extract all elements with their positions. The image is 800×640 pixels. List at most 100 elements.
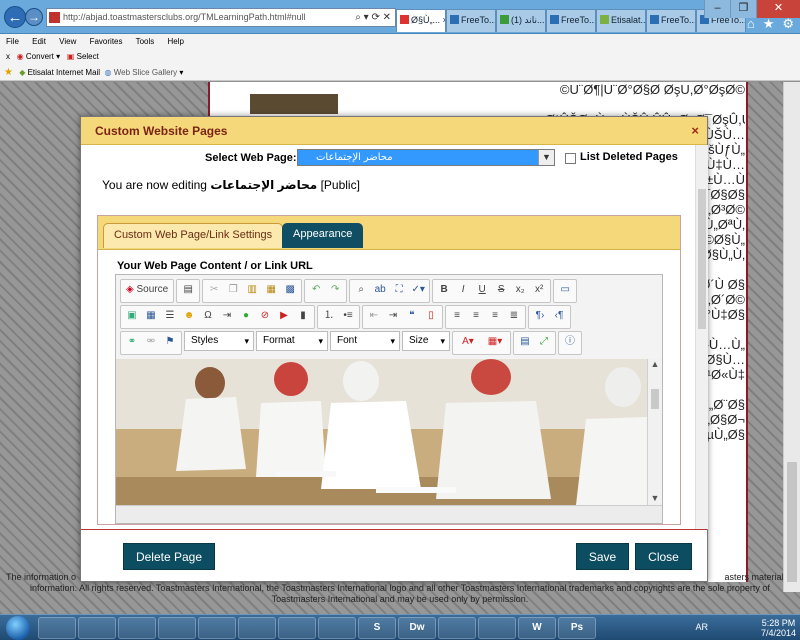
menu-favorites[interactable]: Favorites bbox=[90, 37, 123, 46]
page-scrollbar[interactable] bbox=[783, 82, 800, 592]
browser-tab[interactable]: FreeTo... bbox=[446, 9, 496, 32]
menu-tools[interactable]: Tools bbox=[136, 37, 155, 46]
subscript-icon[interactable]: x₂ bbox=[511, 281, 529, 299]
browser-tab[interactable]: FreeTo... bbox=[546, 9, 596, 32]
back-button[interactable]: ← bbox=[4, 6, 26, 28]
find-icon[interactable]: ⌕ bbox=[352, 281, 370, 299]
taskbar-app-icon[interactable] bbox=[38, 617, 76, 639]
numbered-list-icon[interactable]: ⒈ bbox=[320, 307, 338, 325]
list-deleted-checkbox[interactable] bbox=[565, 153, 576, 164]
menu-view[interactable]: View bbox=[59, 37, 76, 46]
system-clock[interactable]: 5:28 PM 7/4/2014 bbox=[761, 618, 796, 638]
align-justify-icon[interactable]: ≣ bbox=[505, 307, 523, 325]
format-dropdown[interactable]: Format bbox=[256, 331, 328, 351]
menu-edit[interactable]: Edit bbox=[32, 37, 46, 46]
page-break-icon[interactable]: ⇥ bbox=[218, 307, 236, 325]
delete-page-button[interactable]: Delete Page bbox=[123, 543, 215, 570]
browser-tab[interactable]: FreeTo... bbox=[646, 9, 696, 32]
taskbar-app-icon[interactable]: S bbox=[358, 617, 396, 639]
align-center-icon[interactable]: ≡ bbox=[467, 307, 485, 325]
taskbar-app-icon[interactable] bbox=[78, 617, 116, 639]
chevron-down-icon[interactable]: ▼ bbox=[538, 150, 554, 165]
underline-icon[interactable]: U bbox=[473, 281, 491, 299]
browser-tab[interactable]: Ø§Ù„... × bbox=[396, 9, 446, 32]
tab-appearance[interactable]: Appearance bbox=[282, 223, 364, 248]
table-icon[interactable]: ▦ bbox=[142, 307, 160, 325]
ltr-icon[interactable]: ¶› bbox=[531, 307, 549, 325]
taskbar-app-icon[interactable] bbox=[438, 617, 476, 639]
address-tools-icon[interactable]: ⌕ ▾ ⟳ ✕ bbox=[355, 9, 391, 26]
menu-file[interactable]: File bbox=[6, 37, 19, 46]
language-indicator[interactable]: AR bbox=[695, 622, 708, 632]
select-all-icon[interactable]: ⛶ bbox=[390, 281, 408, 299]
size-dropdown[interactable]: Size bbox=[402, 331, 450, 351]
align-left-icon[interactable]: ≡ bbox=[448, 307, 466, 325]
browser-tab[interactable]: Etisalat... bbox=[596, 9, 646, 32]
outdent-icon[interactable]: ⇤ bbox=[365, 307, 383, 325]
home-icon[interactable]: ⌂ bbox=[747, 16, 755, 32]
special-char-icon[interactable]: Ω bbox=[199, 307, 217, 325]
taskbar-app-icon[interactable] bbox=[118, 617, 156, 639]
scroll-up-icon[interactable]: ▲ bbox=[648, 359, 662, 369]
paste-word-icon[interactable]: ▩ bbox=[281, 281, 299, 299]
font-dropdown[interactable]: Font bbox=[330, 331, 400, 351]
taskbar-app-icon[interactable] bbox=[278, 617, 316, 639]
dialog-scrollbar-thumb[interactable] bbox=[698, 189, 706, 329]
dialog-scrollbar[interactable] bbox=[695, 145, 708, 529]
address-bar[interactable]: http://abjad.toastmastersclubs.org/TMLea… bbox=[46, 8, 396, 27]
close-button[interactable]: Close bbox=[635, 543, 692, 570]
favorites-etisalat-link[interactable]: Etisalat Internet Mail bbox=[28, 68, 100, 77]
menu-help[interactable]: Help bbox=[168, 37, 184, 46]
cut-icon[interactable]: ✂ bbox=[205, 281, 223, 299]
strike-icon[interactable]: S bbox=[492, 281, 510, 299]
source-button[interactable]: ◈ Source bbox=[123, 281, 171, 299]
scroll-down-icon[interactable]: ▼ bbox=[648, 493, 662, 503]
remove-format-icon[interactable]: ▭ bbox=[556, 281, 574, 299]
save-button[interactable]: Save bbox=[576, 543, 629, 570]
editor-scrollbar-thumb[interactable] bbox=[651, 389, 659, 409]
taskbar-app-icon[interactable]: Dw bbox=[398, 617, 436, 639]
settings-gear-icon[interactable]: ⚙ bbox=[782, 16, 794, 32]
italic-icon[interactable]: I bbox=[454, 281, 472, 299]
minimize-button[interactable]: – bbox=[704, 0, 730, 18]
save-doc-icon[interactable]: ▤ bbox=[179, 281, 197, 299]
select-button[interactable]: Select bbox=[77, 52, 99, 61]
start-button[interactable] bbox=[6, 616, 30, 640]
taskbar-app-icon[interactable]: W bbox=[518, 617, 556, 639]
div-icon[interactable]: ▯ bbox=[422, 307, 440, 325]
taskbar-app-icon[interactable]: Ps bbox=[558, 617, 596, 639]
video-icon[interactable]: ▮ bbox=[294, 307, 312, 325]
dialog-close-icon[interactable]: × bbox=[691, 123, 699, 138]
maximize-icon[interactable]: ⤢ bbox=[535, 333, 553, 351]
unlink-icon[interactable]: ⚮ bbox=[142, 333, 160, 351]
bold-icon[interactable]: B bbox=[435, 281, 453, 299]
show-blocks-icon[interactable]: ▤ bbox=[516, 333, 534, 351]
bg-color-icon[interactable]: ▦▾ bbox=[482, 333, 508, 351]
taskbar-app-icon[interactable] bbox=[158, 617, 196, 639]
blockquote-icon[interactable]: ❝ bbox=[403, 307, 421, 325]
about-icon[interactable]: ⓘ bbox=[561, 333, 579, 351]
favorites-star-icon[interactable]: ★ bbox=[4, 67, 13, 78]
text-color-icon[interactable]: A▾ bbox=[455, 333, 481, 351]
favorites-web-slice-link[interactable]: Web Slice Gallery bbox=[114, 68, 177, 77]
command-close[interactable]: x bbox=[6, 52, 10, 61]
superscript-icon[interactable]: x² bbox=[530, 281, 548, 299]
paste-icon[interactable]: ▥ bbox=[243, 281, 261, 299]
taskbar-app-icon[interactable] bbox=[318, 617, 356, 639]
page-scrollbar-thumb[interactable] bbox=[787, 462, 797, 582]
copy-icon[interactable]: ❐ bbox=[224, 281, 242, 299]
align-right-icon[interactable]: ≡ bbox=[486, 307, 504, 325]
flash-icon[interactable]: ⊘ bbox=[256, 307, 274, 325]
link-icon[interactable]: ⚭ bbox=[123, 333, 141, 351]
tab-custom-web-page-settings[interactable]: Custom Web Page/Link Settings bbox=[103, 223, 284, 248]
taskbar-app-icon[interactable] bbox=[478, 617, 516, 639]
convert-button[interactable]: Convert bbox=[26, 52, 54, 61]
youtube-icon[interactable]: ▶ bbox=[275, 307, 293, 325]
hr-icon[interactable]: ☰ bbox=[161, 307, 179, 325]
editor-scrollbar[interactable]: ▲ ▼ bbox=[647, 359, 662, 505]
bullet-list-icon[interactable]: •≡ bbox=[339, 307, 357, 325]
image-icon[interactable]: ▣ bbox=[123, 307, 141, 325]
styles-dropdown[interactable]: Styles bbox=[184, 331, 254, 351]
favorites-star-icon[interactable]: ★ bbox=[763, 16, 775, 32]
browser-tab[interactable]: (1) ناند... bbox=[496, 9, 546, 32]
